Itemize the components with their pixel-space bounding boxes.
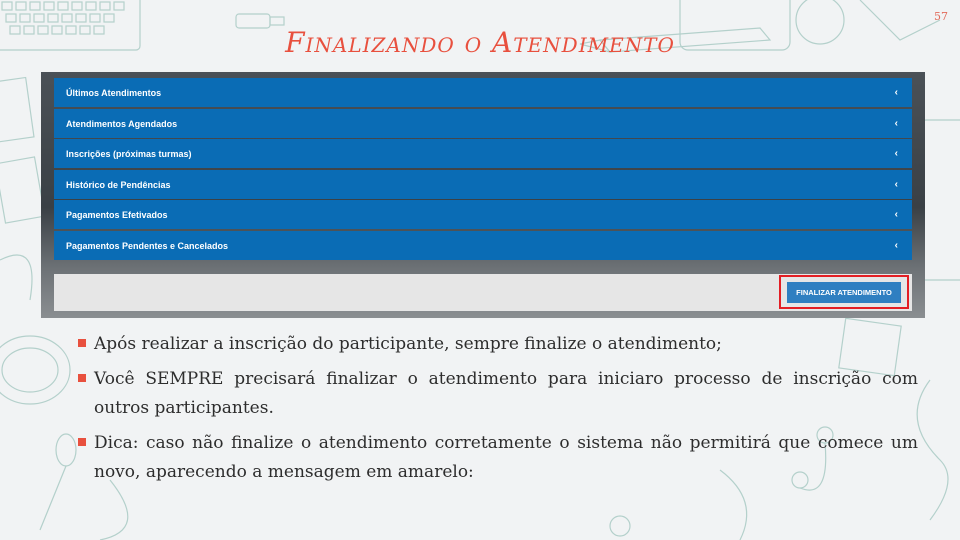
page-number: 57 [934, 10, 948, 23]
bullet-text: Após realizar a inscrição do participant… [94, 334, 722, 354]
menu-item-label: Inscrições (próximas turmas) [66, 148, 192, 159]
bullet-item: Após realizar a inscrição do participant… [78, 330, 918, 359]
chevron-left-icon: ‹ [894, 179, 898, 190]
slide-title: Finalizando o Atendimento [285, 26, 675, 59]
bullet-item: Você SEMPRE precisará finalizar o atendi… [78, 365, 918, 423]
menu-item-pagamentos-pendentes[interactable]: Pagamentos Pendentes e Cancelados ‹ [54, 231, 912, 260]
bullet-text: Você SEMPRE precisará finalizar o atendi… [94, 369, 918, 418]
bullet-list: Após realizar a inscrição do participant… [78, 330, 918, 493]
chevron-left-icon: ‹ [894, 209, 898, 220]
menu-item-label: Pagamentos Efetivados [66, 209, 168, 220]
menu-item-atendimentos-agendados[interactable]: Atendimentos Agendados ‹ [54, 109, 912, 138]
menu-item-label: Últimos Atendimentos [66, 87, 162, 98]
chevron-left-icon: ‹ [894, 148, 898, 159]
menu-item-label: Histórico de Pendências [66, 179, 171, 190]
menu-item-ultimos-atendimentos[interactable]: Últimos Atendimentos ‹ [54, 78, 912, 107]
bullet-marker [78, 438, 86, 446]
menu-item-label: Pagamentos Pendentes e Cancelados [66, 240, 229, 251]
menu-item-historico-pendencias[interactable]: Histórico de Pendências ‹ [54, 170, 912, 199]
highlight-box: FINALIZAR ATENDIMENTO [779, 275, 909, 309]
menu-item-pagamentos-efetivados[interactable]: Pagamentos Efetivados ‹ [54, 200, 912, 229]
bullet-item: Dica: caso não finalize o atendimento co… [78, 429, 918, 487]
bullet-text: Dica: caso não finalize o atendimento co… [94, 433, 918, 482]
menu-item-label: Atendimentos Agendados [66, 118, 178, 129]
bullet-marker [78, 339, 86, 347]
menu-item-inscricoes[interactable]: Inscrições (próximas turmas) ‹ [54, 139, 912, 168]
chevron-left-icon: ‹ [894, 87, 898, 98]
bullet-marker [78, 374, 86, 382]
chevron-left-icon: ‹ [894, 118, 898, 129]
chevron-left-icon: ‹ [894, 240, 898, 251]
finalize-button[interactable]: FINALIZAR ATENDIMENTO [787, 281, 901, 303]
embedded-screenshot: Últimos Atendimentos ‹ Atendimentos Agen… [41, 72, 925, 318]
